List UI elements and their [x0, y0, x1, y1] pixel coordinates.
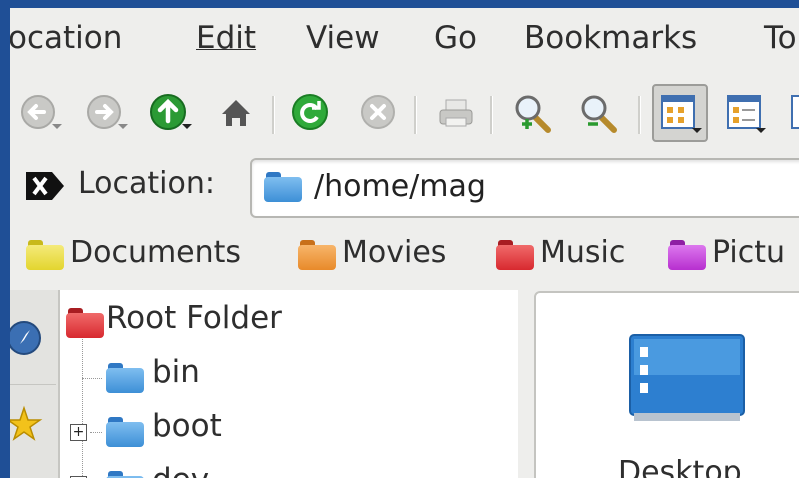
folder-tree: Root Folder bin + boot + dev — [60, 290, 518, 478]
zoom-out-icon — [581, 95, 617, 133]
forward-icon — [87, 95, 128, 129]
clear-location-icon[interactable] — [24, 168, 68, 204]
zoom-out-button[interactable] — [576, 88, 622, 140]
menu-bar: ocation Edit View Go Bookmarks To — [10, 20, 799, 66]
compact-view-icon — [791, 95, 799, 129]
toolbar-separator — [414, 96, 417, 134]
file-manager-window: ocation Edit View Go Bookmarks To Locati… — [10, 8, 799, 478]
toolbar-separator — [490, 96, 493, 134]
up-button[interactable] — [148, 88, 194, 140]
desktop-item[interactable] — [628, 333, 746, 425]
menu-edit[interactable]: Edit — [196, 20, 256, 56]
compass-icon — [10, 321, 41, 355]
back-icon — [21, 95, 62, 129]
zoom-in-button[interactable] — [510, 88, 556, 140]
sidebar-tabs — [10, 290, 60, 478]
toolbar — [10, 84, 799, 148]
forward-button[interactable] — [84, 88, 130, 140]
print-icon — [439, 99, 473, 127]
zoom-in-icon — [515, 95, 551, 133]
folder-icon — [298, 240, 336, 270]
location-bar: Location: /home/mag — [10, 158, 799, 220]
menu-bookmarks[interactable]: Bookmarks — [524, 20, 697, 56]
up-icon — [150, 94, 192, 130]
toolbar-separator — [638, 96, 641, 134]
folder-icon — [26, 240, 64, 270]
folder-icon — [496, 240, 534, 270]
print-button[interactable] — [434, 88, 480, 140]
back-button[interactable] — [18, 88, 64, 140]
stop-button[interactable] — [358, 88, 404, 140]
expand-toggle[interactable]: + — [70, 424, 87, 441]
detailed-view-icon — [727, 95, 766, 133]
reload-button[interactable] — [288, 88, 334, 140]
folder-icon — [106, 363, 144, 393]
folder-icon — [106, 417, 144, 447]
location-value: /home/mag — [314, 169, 486, 204]
tree-guide-line — [82, 378, 102, 379]
sidebar-tab-bookmarks[interactable] — [10, 386, 56, 470]
compact-view-button[interactable] — [788, 88, 799, 140]
reload-icon — [292, 94, 328, 130]
file-view: Desktop — [534, 291, 799, 478]
desktop-item-label: Desktop — [618, 455, 742, 478]
folder-icon — [106, 471, 144, 478]
folder-icon — [264, 172, 302, 202]
icon-view-button[interactable] — [652, 84, 708, 142]
location-label: Location: — [78, 166, 215, 201]
home-icon — [222, 100, 250, 126]
toolbar-separator — [272, 96, 275, 134]
folder-icon — [66, 308, 104, 338]
detailed-view-button[interactable] — [722, 88, 768, 140]
location-input[interactable]: /home/mag — [250, 158, 799, 218]
desktop-folder-icon — [629, 334, 745, 421]
menu-location[interactable]: ocation — [10, 20, 122, 56]
star-icon — [10, 405, 43, 441]
bookmarks-bar: Documents Movies Music Pictu — [10, 230, 799, 282]
folder-icon — [668, 240, 706, 270]
menu-go[interactable]: Go — [434, 20, 477, 56]
tree-guide-line — [82, 336, 83, 478]
icon-view-icon — [661, 95, 702, 133]
menu-tools[interactable]: To — [764, 20, 797, 56]
home-button[interactable] — [216, 88, 262, 140]
tree-guide-line — [90, 432, 102, 433]
stop-icon — [361, 95, 395, 129]
sidebar-tab-navigation[interactable] — [10, 300, 56, 385]
menu-view[interactable]: View — [306, 20, 380, 56]
